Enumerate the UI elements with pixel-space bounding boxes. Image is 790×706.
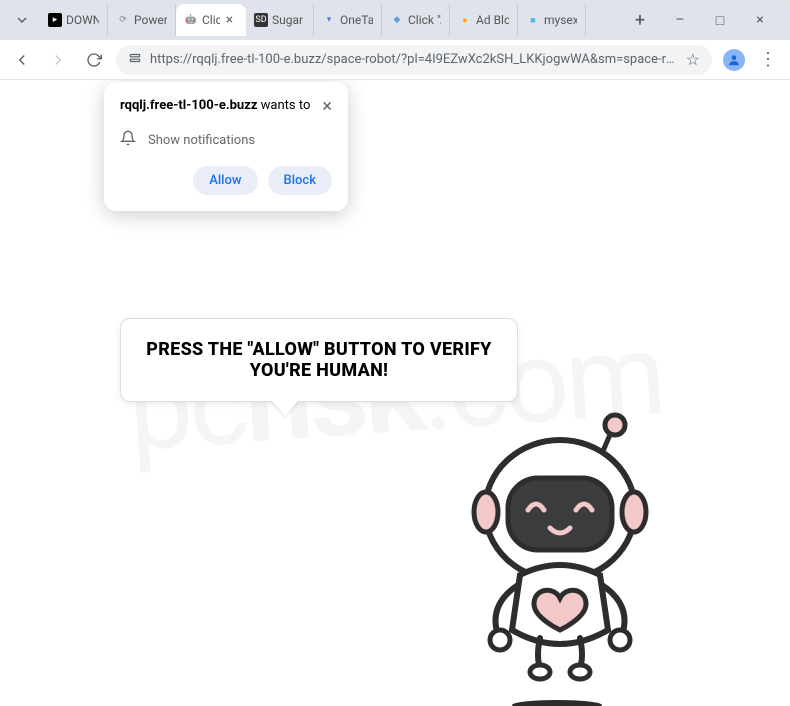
address-bar[interactable]: https://rqqlj.free-tl-100-e.buzz/space-r… xyxy=(116,45,712,75)
allow-button[interactable]: Allow xyxy=(193,166,257,195)
browser-window: ▸ DOWNL ⟳ Power B 🤖 Clic × SD Sugar D ▾ OneTab ◆ Cli… xyxy=(0,0,790,706)
tab-title: OneTab xyxy=(340,13,373,27)
maximize-button[interactable]: □ xyxy=(706,6,734,34)
tab-title: Sugar D xyxy=(272,13,305,27)
bookmark-star-icon[interactable]: ☆ xyxy=(686,50,700,69)
browser-tab[interactable]: ◆ Click "A xyxy=(382,4,450,36)
tab-favicon: 🤖 xyxy=(184,13,198,27)
bell-icon xyxy=(120,130,136,150)
browser-tab[interactable]: ● Ad Bloc xyxy=(450,4,518,36)
prompt-permission-label: Show notifications xyxy=(148,133,255,148)
robot-illustration xyxy=(440,400,680,706)
page-content: pcrisk.com rqqlj.free-tl-100-e.buzz want… xyxy=(0,80,790,706)
browser-tab[interactable]: ■ mysexy xyxy=(518,4,586,36)
browser-tab[interactable]: 🤖 Clic × xyxy=(176,4,246,36)
browser-tab[interactable]: ▾ OneTab xyxy=(314,4,382,36)
tab-favicon: ● xyxy=(458,13,472,27)
forward-button[interactable] xyxy=(44,46,72,74)
browser-tab[interactable]: SD Sugar D xyxy=(246,4,314,36)
titlebar: ▸ DOWNL ⟳ Power B 🤖 Clic × SD Sugar D ▾ OneTab ◆ Cli… xyxy=(0,0,790,40)
tab-favicon: ◆ xyxy=(390,13,404,27)
tab-search-button[interactable] xyxy=(4,12,40,28)
tab-favicon: ■ xyxy=(526,13,540,27)
browser-tab[interactable]: ▸ DOWNL xyxy=(40,4,108,36)
tab-title: Power B xyxy=(134,13,167,27)
tab-title: Ad Bloc xyxy=(476,13,509,27)
tab-favicon: ⟳ xyxy=(116,13,130,27)
profile-button[interactable] xyxy=(720,46,748,74)
tab-title: Clic xyxy=(202,13,220,27)
avatar-icon xyxy=(723,49,745,71)
tab-title: DOWNL xyxy=(66,13,99,27)
tab-favicon: ▸ xyxy=(48,13,62,27)
window-controls: – □ × xyxy=(654,6,786,34)
block-button[interactable]: Block xyxy=(268,166,332,195)
new-tab-button[interactable]: + xyxy=(626,10,654,31)
tab-title: mysexy xyxy=(544,13,577,27)
window-close-button[interactable]: × xyxy=(746,6,774,34)
tab-favicon: SD xyxy=(254,13,268,27)
notification-permission-prompt: rqqlj.free-tl-100-e.buzz wants to × Show… xyxy=(104,82,348,211)
prompt-title: rqqlj.free-tl-100-e.buzz wants to xyxy=(120,98,310,113)
reload-button[interactable] xyxy=(80,46,108,74)
browser-tab[interactable]: ⟳ Power B xyxy=(108,4,176,36)
back-button[interactable] xyxy=(8,46,36,74)
tab-favicon: ▾ xyxy=(322,13,336,27)
tab-title: Click "A xyxy=(408,13,441,27)
menu-button[interactable]: ⋮ xyxy=(754,46,782,74)
tab-close-button[interactable]: × xyxy=(226,12,238,28)
tab-strip: ▸ DOWNL ⟳ Power B 🤖 Clic × SD Sugar D ▾ OneTab ◆ Cli… xyxy=(40,0,626,40)
toolbar: https://rqqlj.free-tl-100-e.buzz/space-r… xyxy=(0,40,790,80)
prompt-close-button[interactable]: × xyxy=(322,98,332,116)
verify-human-speech-bubble: PRESS THE "ALLOW" BUTTON TO VERIFY YOU'R… xyxy=(120,318,518,402)
url-text: https://rqqlj.free-tl-100-e.buzz/space-r… xyxy=(150,52,678,67)
site-info-icon[interactable] xyxy=(128,51,142,69)
minimize-button[interactable]: – xyxy=(666,6,694,34)
robot-shadow xyxy=(512,700,602,706)
